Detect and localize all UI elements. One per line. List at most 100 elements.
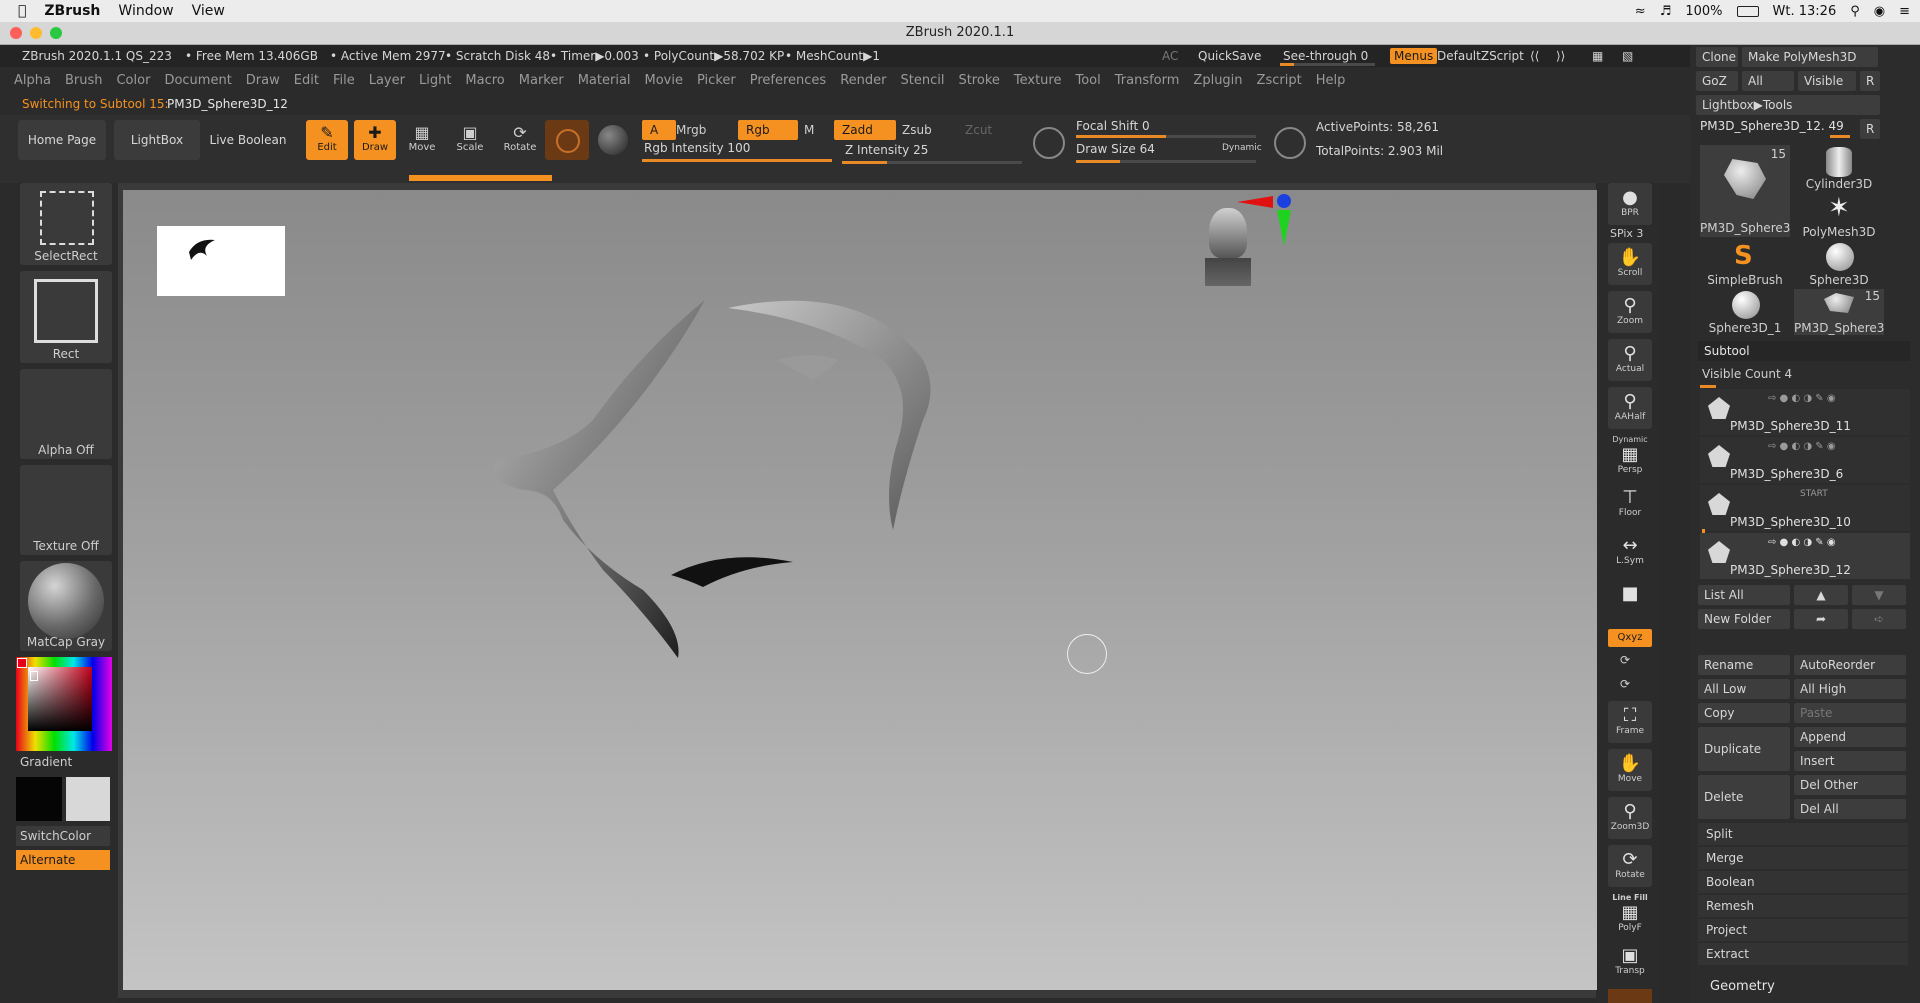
menu-edit[interactable]: Edit	[294, 73, 319, 88]
menu-brush[interactable]: Brush	[65, 73, 103, 88]
subtool-row[interactable]: ⇨ ● ◐ ◑ ✎ ◉ PM3D_Sphere3D_11	[1700, 389, 1910, 435]
all-low-button[interactable]: All Low	[1698, 679, 1790, 699]
apple-icon[interactable]: 	[18, 3, 26, 19]
menu-document[interactable]: Document	[164, 73, 231, 88]
default-zscript-button[interactable]: DefaultZScript	[1437, 45, 1524, 67]
lsym-button[interactable]: ↔ L.Sym	[1608, 531, 1652, 573]
move-down-icon[interactable]: ▼	[1852, 585, 1906, 605]
zoom3d-button[interactable]: ⚲ Zoom3D	[1608, 797, 1652, 839]
color-picker[interactable]	[16, 657, 112, 751]
menu-movie[interactable]: Movie	[645, 73, 683, 88]
aahalf-button[interactable]: ⚲ AAHalf	[1608, 387, 1652, 429]
layout2-icon[interactable]: ▧	[1622, 45, 1633, 67]
rotate-y-icon[interactable]: ⟳	[1620, 653, 1630, 667]
subtool-row[interactable]: ⇨ ● ◐ ◑ ✎ ◉ PM3D_Sphere3D_6	[1700, 437, 1910, 483]
search-icon[interactable]: ⚲	[1850, 4, 1860, 19]
boolean-submenu[interactable]: Boolean	[1698, 871, 1908, 893]
menu-tool[interactable]: Tool	[1075, 73, 1100, 88]
rename-button[interactable]: Rename	[1698, 655, 1790, 675]
zoom-button[interactable]: ⚲ Zoom	[1608, 291, 1652, 333]
all-button[interactable]: All	[1742, 71, 1794, 91]
brush-material-button[interactable]	[545, 120, 589, 160]
current-tool-slider[interactable]: PM3D_Sphere3D_12. 49	[1700, 119, 1844, 133]
rect-button[interactable]: Rect	[20, 271, 112, 363]
siri-icon[interactable]: ◉	[1874, 4, 1885, 19]
visible-button[interactable]: Visible	[1798, 71, 1856, 91]
move3d-button[interactable]: ✋ Move	[1608, 749, 1652, 791]
mrgb-toggle[interactable]: Mrgb	[668, 120, 736, 140]
texture-button[interactable]: Texture Off	[20, 465, 112, 555]
wifi-icon[interactable]: ≈	[1635, 4, 1646, 19]
document-canvas[interactable]	[123, 190, 1597, 990]
subtool-header[interactable]: Subtool	[1698, 341, 1910, 361]
zoom-window-icon[interactable]	[50, 27, 62, 39]
zsub-toggle[interactable]: Zsub	[894, 120, 958, 140]
subtool-row-active[interactable]: ⇨ ● ◐ ◑ ✎ ◉ PM3D_Sphere3D_12	[1700, 533, 1910, 579]
r2-button[interactable]: R	[1860, 119, 1880, 139]
quicksave-button[interactable]: QuickSave	[1198, 45, 1261, 67]
subtool-toggles-icon[interactable]: ⇨ ● ◐ ◑ ✎ ◉	[1768, 537, 1836, 548]
rotate-button[interactable]: ⟳ Rotate	[498, 120, 542, 160]
live-boolean-button[interactable]: Live Boolean	[208, 120, 288, 160]
copy-button[interactable]: Copy	[1698, 703, 1790, 723]
menu-material[interactable]: Material	[578, 73, 631, 88]
select-rect-button[interactable]: SelectRect	[20, 183, 112, 265]
dynamic-label[interactable]: Dynamic	[1222, 143, 1262, 153]
merge-submenu[interactable]: Merge	[1698, 847, 1908, 869]
menu-render[interactable]: Render	[840, 73, 886, 88]
notification-icon[interactable]: ≡	[1899, 4, 1910, 19]
edit-button[interactable]: ✎ Edit	[306, 120, 348, 160]
rotate-z-icon[interactable]: ⟳	[1620, 677, 1630, 691]
dynamic-size-icon[interactable]	[1274, 127, 1306, 159]
arrow-right-icon[interactable]: ➦	[1794, 609, 1848, 629]
xyz-button[interactable]: Qxyz	[1608, 629, 1652, 647]
zadd-toggle[interactable]: Zadd	[834, 120, 896, 140]
move-up-icon[interactable]: ▲	[1794, 585, 1848, 605]
menu-stroke[interactable]: Stroke	[958, 73, 999, 88]
draw-button[interactable]: ✚ Draw	[354, 120, 396, 160]
menu-marker[interactable]: Marker	[519, 73, 564, 88]
del-all-button[interactable]: Del All	[1794, 799, 1906, 819]
append-button[interactable]: Append	[1794, 727, 1906, 747]
tool-cylinder3d[interactable]: Cylinder3D	[1794, 145, 1884, 191]
rotate3d-button[interactable]: ⟳ Rotate	[1608, 845, 1652, 887]
lightbox-button[interactable]: LightBox	[114, 120, 200, 160]
menu-texture[interactable]: Texture	[1014, 73, 1062, 88]
menu-stencil[interactable]: Stencil	[900, 73, 944, 88]
persp-button[interactable]: Dynamic ▦ Persp	[1608, 435, 1652, 477]
menu-macro[interactable]: Macro	[465, 73, 504, 88]
goz-button[interactable]: GoZ	[1696, 71, 1738, 91]
menu-zscript[interactable]: Zscript	[1257, 73, 1302, 88]
menu-picker[interactable]: Picker	[697, 73, 736, 88]
subtool-toggles-icon[interactable]: ⇨ ● ◐ ◑ ✎ ◉	[1768, 441, 1836, 452]
lock-button[interactable]: ■	[1608, 579, 1652, 621]
new-folder-button[interactable]: New Folder	[1698, 609, 1790, 629]
material-sphere-icon[interactable]	[598, 125, 628, 155]
menu-zplugin[interactable]: Zplugin	[1193, 73, 1242, 88]
primary-color-swatch[interactable]	[16, 777, 62, 821]
delete-button[interactable]: Delete	[1698, 775, 1790, 819]
ghost-button[interactable]	[1608, 989, 1652, 1003]
list-all-button[interactable]: List All	[1698, 585, 1790, 605]
all-high-button[interactable]: All High	[1794, 679, 1906, 699]
battery-icon[interactable]	[1736, 5, 1759, 17]
menu-color[interactable]: Color	[116, 73, 150, 88]
make-polymesh-button[interactable]: Make PolyMesh3D	[1742, 47, 1878, 67]
menus-toggle[interactable]: Menus	[1390, 48, 1438, 64]
subtool-row[interactable]: START PM3D_Sphere3D_10	[1700, 485, 1910, 531]
menu-draw[interactable]: Draw	[246, 73, 280, 88]
tool-sphere3d-1[interactable]: Sphere3D_1	[1700, 289, 1790, 335]
clock[interactable]: Wt. 13:26	[1773, 4, 1837, 19]
menu-transform[interactable]: Transform	[1115, 73, 1180, 88]
tool-simplebrush[interactable]: S SimpleBrush	[1700, 241, 1790, 287]
paste-button[interactable]: Paste	[1794, 703, 1906, 723]
autoreorder-button[interactable]: AutoReorder	[1794, 655, 1906, 675]
menu-alpha[interactable]: Alpha	[14, 73, 51, 88]
view-menu[interactable]: View	[192, 3, 225, 19]
close-window-icon[interactable]	[10, 27, 22, 39]
actual-button[interactable]: ⚲ Actual	[1608, 339, 1652, 381]
r-button[interactable]: R	[1860, 71, 1880, 91]
menu-preferences[interactable]: Preferences	[750, 73, 826, 88]
subtool-toggles-icon[interactable]: ⇨ ● ◐ ◑ ✎ ◉	[1768, 393, 1836, 404]
polyf-button[interactable]: Line Fill ▦ PolyF	[1608, 893, 1652, 935]
